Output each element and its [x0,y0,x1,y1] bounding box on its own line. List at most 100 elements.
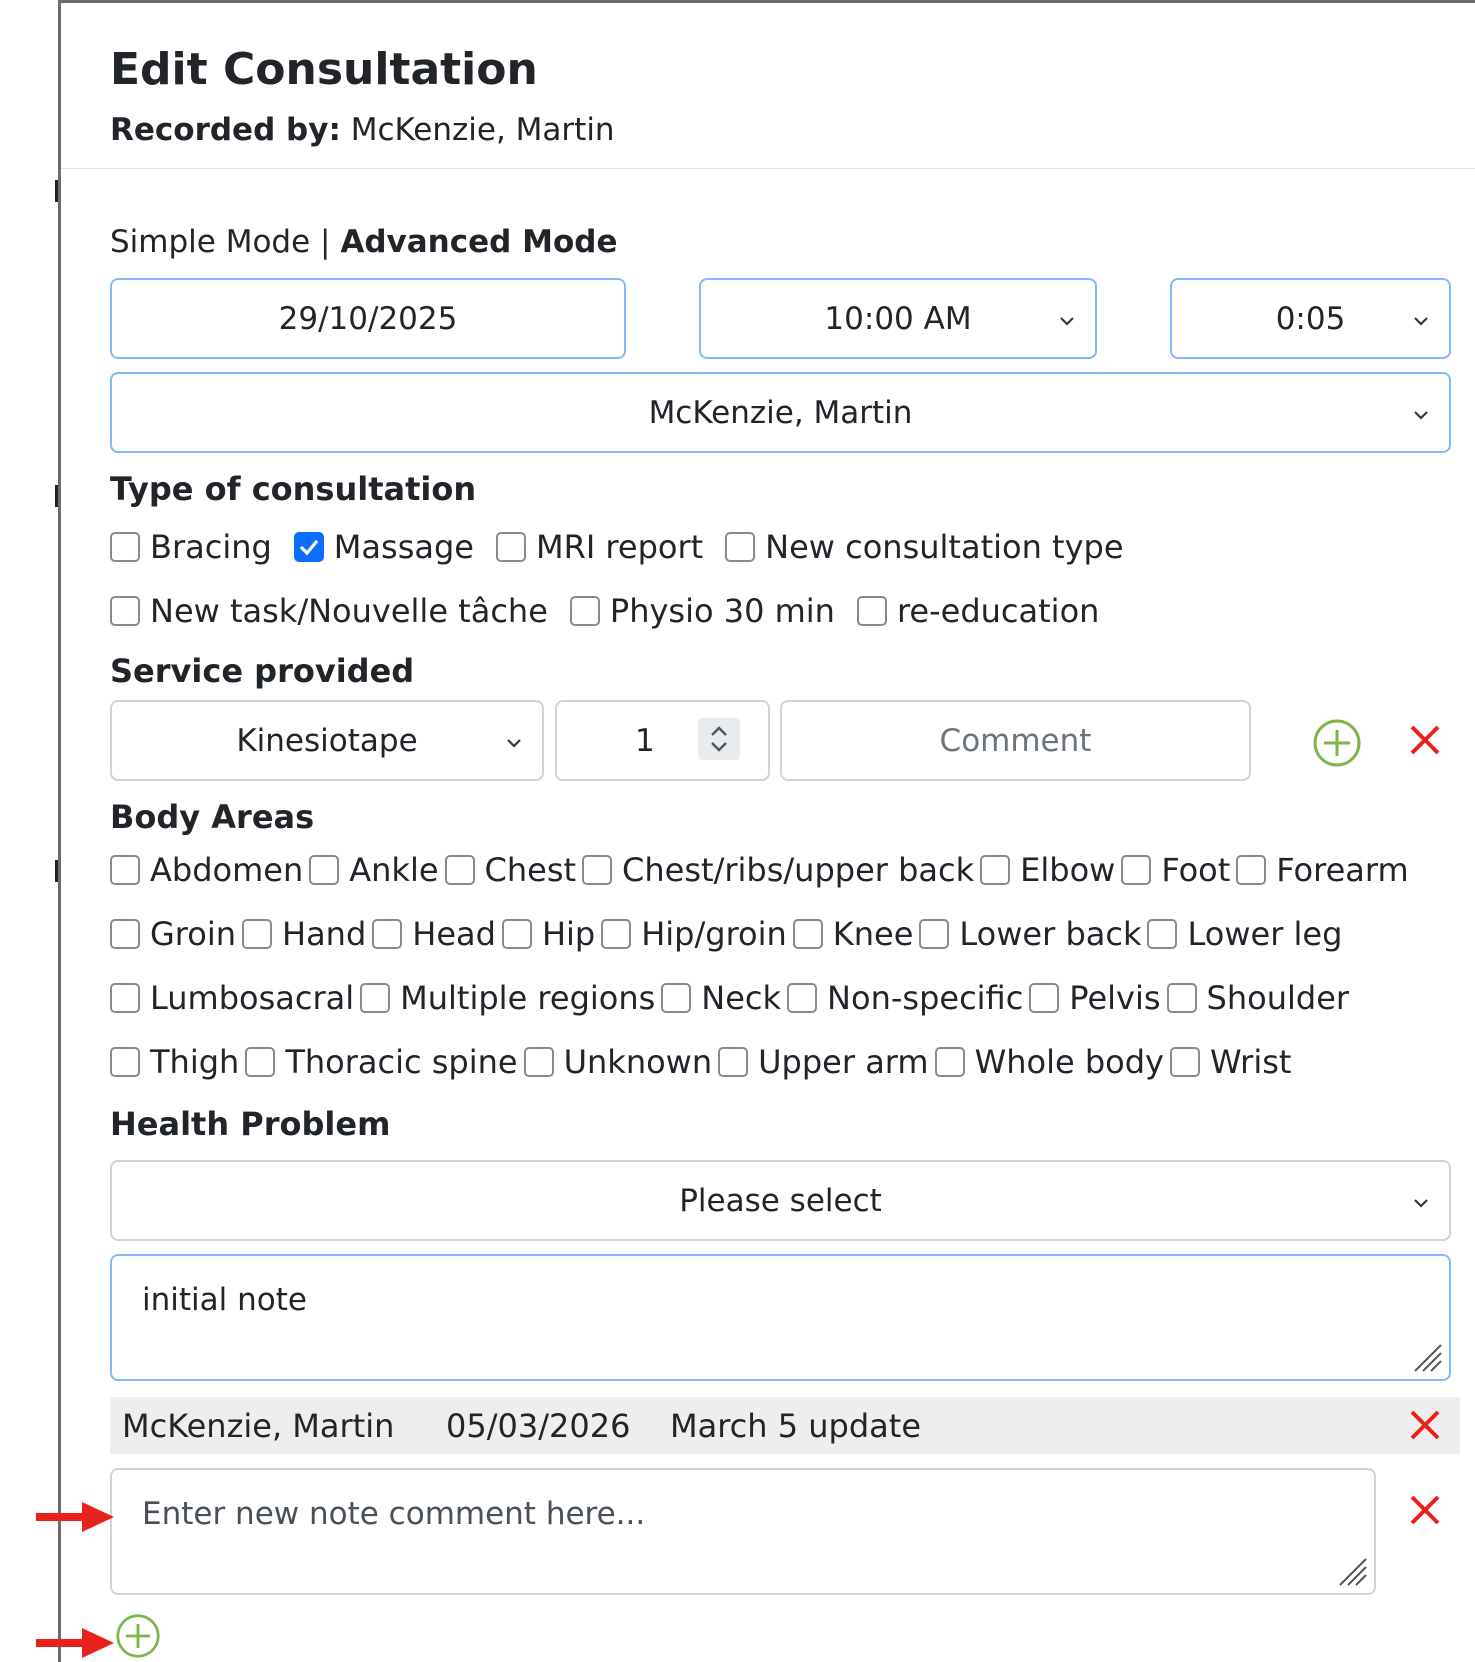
checkbox-icon[interactable] [1029,983,1060,1013]
checkbox-label: Whole body [974,1043,1164,1081]
checkbox-shoulder[interactable]: Shoulder [1166,979,1349,1017]
stepper-arrows-icon[interactable] [698,718,740,760]
checkbox-icon[interactable] [360,983,391,1013]
checkbox-hip-groin[interactable]: Hip/groin [601,915,787,953]
checkbox-hand[interactable]: Hand [242,915,366,953]
new-comment-textarea[interactable]: Enter new note comment here... [110,1468,1376,1595]
checkbox-label: Head [412,915,496,953]
service-select[interactable]: Kinesiotape [110,700,544,781]
checkbox-physio-30-min[interactable]: Physio 30 min [569,592,835,630]
checkbox-icon[interactable] [523,1047,554,1077]
checkbox-groin[interactable]: Groin [110,915,236,953]
checkbox-icon[interactable] [934,1047,965,1077]
duration-value: 0:05 [1275,300,1346,337]
health-problem-select[interactable]: Please select [110,1160,1451,1241]
checkbox-massage[interactable]: Massage [293,528,474,566]
remove-comment-button[interactable] [1400,1485,1450,1535]
checkbox-lower-back[interactable]: Lower back [919,915,1141,953]
checkbox-checked-icon[interactable] [293,532,324,562]
service-heading: Service provided [110,652,415,690]
service-comment-input[interactable]: Comment [780,700,1251,781]
checkbox-icon[interactable] [110,596,140,626]
checkbox-mri-report[interactable]: MRI report [495,528,703,566]
checkbox-pelvis[interactable]: Pelvis [1029,979,1161,1017]
checkbox-knee[interactable]: Knee [792,915,913,953]
checkbox-chest[interactable]: Chest [444,851,576,889]
simple-mode-link[interactable]: Simple Mode [110,224,310,260]
consultation-type-row-1: Bracing Massage MRI report New consultation… [110,528,1146,566]
checkbox-icon[interactable] [501,919,532,949]
add-comment-button[interactable] [114,1612,162,1660]
checkbox-neck[interactable]: Neck [661,979,781,1017]
consultation-type-heading: Type of consultation [110,470,477,508]
checkbox-multiple-regions[interactable]: Multiple regions [360,979,655,1017]
checkbox-icon[interactable] [718,1047,749,1077]
checkbox-icon[interactable] [1166,983,1197,1013]
checkbox-ankle[interactable]: Ankle [309,851,439,889]
checkbox-wrist[interactable]: Wrist [1169,1043,1291,1081]
checkbox-icon[interactable] [919,919,950,949]
checkbox-new-task-nouvelle-t-che[interactable]: New task/Nouvelle tâche [110,592,548,630]
delete-note-button[interactable] [1400,1400,1450,1450]
checkbox-icon[interactable] [495,532,526,562]
checkbox-icon[interactable] [792,919,823,949]
checkbox-non-specific[interactable]: Non-specific [787,979,1023,1017]
note-textarea[interactable]: initial note [110,1254,1451,1381]
checkbox-icon[interactable] [245,1047,276,1077]
checkbox-re-education[interactable]: re-education [856,592,1099,630]
checkbox-icon[interactable] [1121,855,1152,885]
checkbox-elbow[interactable]: Elbow [980,851,1115,889]
checkbox-icon[interactable] [309,855,340,885]
checkbox-head[interactable]: Head [372,915,496,953]
checkbox-icon[interactable] [1147,919,1178,949]
recorded-by-value: McKenzie, Martin [350,112,615,148]
resize-handle-icon[interactable] [1334,1553,1368,1587]
checkbox-foot[interactable]: Foot [1121,851,1230,889]
checkbox-icon[interactable] [242,919,272,949]
checkbox-icon[interactable] [856,596,887,626]
checkbox-lower-leg[interactable]: Lower leg [1147,915,1342,953]
checkbox-unknown[interactable]: Unknown [523,1043,712,1081]
checkbox-thoracic-spine[interactable]: Thoracic spine [245,1043,518,1081]
checkbox-icon[interactable] [1169,1047,1200,1077]
checkbox-icon[interactable] [1236,855,1267,885]
checkbox-icon[interactable] [110,983,140,1013]
checkbox-chest-ribs-upper-back[interactable]: Chest/ribs/upper back [582,851,974,889]
practitioner-value: McKenzie, Martin [648,394,913,431]
duration-select[interactable]: 0:05 [1170,278,1451,359]
checkbox-forearm[interactable]: Forearm [1236,851,1409,889]
checkbox-lumbosacral[interactable]: Lumbosacral [110,979,354,1017]
checkbox-icon[interactable] [372,919,403,949]
checkbox-icon[interactable] [110,1047,140,1077]
checkbox-icon[interactable] [787,983,818,1013]
checkbox-icon[interactable] [569,596,600,626]
health-problem-heading: Health Problem [110,1105,391,1143]
resize-handle-icon[interactable] [1409,1339,1443,1373]
checkbox-icon[interactable] [444,855,475,885]
checkbox-thigh[interactable]: Thigh [110,1043,239,1081]
checkbox-icon[interactable] [110,855,140,885]
remove-service-button[interactable] [1400,715,1450,765]
practitioner-select[interactable]: McKenzie, Martin [110,372,1451,453]
advanced-mode-link[interactable]: Advanced Mode [340,224,617,260]
checkbox-whole-body[interactable]: Whole body [934,1043,1164,1081]
checkbox-new-consultation-type[interactable]: New consultation type [725,528,1124,566]
checkbox-icon[interactable] [601,919,632,949]
date-input[interactable]: 29/10/2025 [110,278,626,359]
checkbox-icon[interactable] [110,532,140,562]
checkbox-icon[interactable] [725,532,756,562]
quantity-stepper[interactable]: 1 [555,700,770,781]
checkbox-upper-arm[interactable]: Upper arm [718,1043,929,1081]
checkbox-bracing[interactable]: Bracing [110,528,272,566]
time-select[interactable]: 10:00 AM [699,278,1097,359]
add-service-button[interactable] [1312,718,1362,768]
checkbox-icon[interactable] [110,919,140,949]
checkbox-hip[interactable]: Hip [501,915,595,953]
checkbox-icon[interactable] [582,855,613,885]
note-history-row: McKenzie, Martin 05/03/2026 March 5 upda… [110,1397,1460,1454]
date-value: 29/10/2025 [278,300,458,337]
plus-circle-icon [116,1614,160,1658]
checkbox-icon[interactable] [661,983,692,1013]
checkbox-abdomen[interactable]: Abdomen [110,851,303,889]
checkbox-icon[interactable] [980,855,1011,885]
